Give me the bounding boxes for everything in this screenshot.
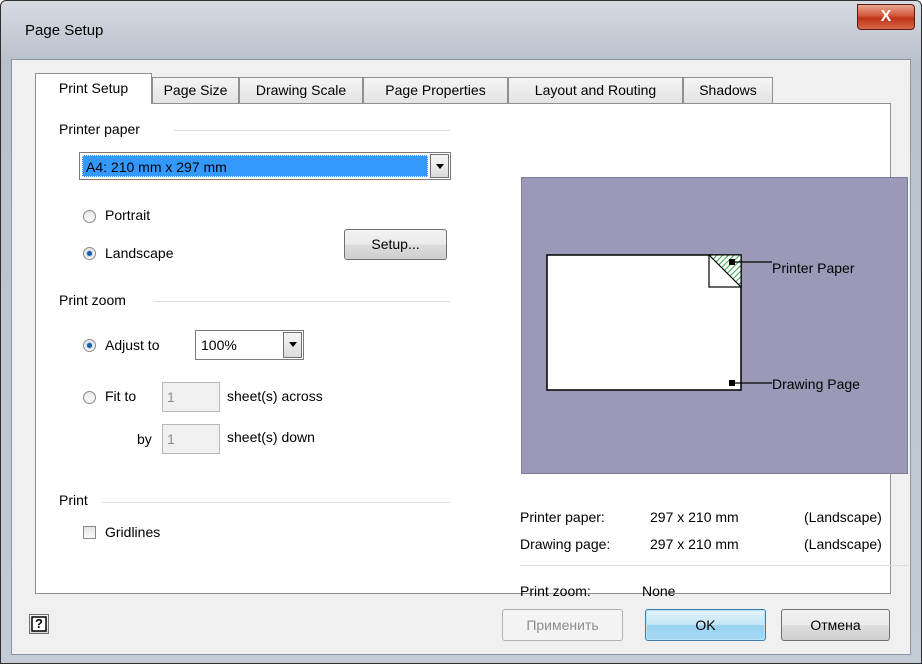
print-zoom-info-value: None [642,583,676,599]
tab-layout-and-routing[interactable]: Layout and Routing [508,77,683,103]
cancel-button[interactable]: Отмена [781,609,890,641]
gridlines-label[interactable]: Gridlines [105,524,160,540]
title-bar[interactable]: Page Setup X [1,1,921,59]
chevron-down-icon[interactable] [430,154,449,178]
tab-shadows[interactable]: Shadows [683,77,773,103]
printer-paper-info-value: 297 x 210 mm [650,509,739,525]
adjust-to-label[interactable]: Adjust to [105,337,159,353]
tab-print-setup[interactable]: Print Setup [35,73,152,104]
help-icon-glyph: ? [35,616,43,631]
printer-paper-callout: Printer Paper [772,260,855,276]
sheets-across-field[interactable]: 1 [162,382,220,412]
printer-paper-info-label: Printer paper: [520,509,605,525]
sheets-across-label: sheet(s) across [227,388,323,404]
print-zoom-divider [154,301,450,302]
drawing-page-info-value: 297 x 210 mm [650,536,739,552]
portrait-label[interactable]: Portrait [105,207,150,223]
setup-button[interactable]: Setup... [344,229,447,260]
help-button[interactable]: ? [29,614,49,634]
landscape-radio[interactable] [83,247,96,260]
printer-paper-group-label: Printer paper [59,121,140,137]
printer-paper-info-orientation: (Landscape) [804,509,882,525]
close-button[interactable]: X [857,4,915,30]
info-divider [520,565,908,566]
page-preview-graphic [546,254,772,391]
fit-to-label[interactable]: Fit to [105,388,136,404]
dialog-client-area: Print Setup Page Size Drawing Scale Page… [11,59,911,655]
adjust-to-radio[interactable] [83,339,96,352]
page-preview: Printer Paper Drawing Page [521,177,908,474]
fit-to-radio[interactable] [83,391,96,404]
printer-paper-divider [174,130,450,131]
tab-drawing-scale[interactable]: Drawing Scale [239,77,363,103]
print-group-label: Print [59,492,88,508]
drawing-page-info-label: Drawing page: [520,536,611,552]
gridlines-checkbox[interactable] [83,526,96,539]
printer-paper-selected-value: A4: 210 mm x 297 mm [82,155,428,177]
print-zoom-group-label: Print zoom [59,292,126,308]
tab-page-size[interactable]: Page Size [152,77,239,103]
ok-button[interactable]: OK [645,609,766,641]
drawing-page-callout: Drawing Page [772,376,860,392]
by-label: by [137,431,152,447]
zoom-percent-value: 100% [201,337,237,353]
drawing-page-info-orientation: (Landscape) [804,536,882,552]
tab-page-properties[interactable]: Page Properties [363,77,508,103]
print-setup-panel: Printer paper A4: 210 mm x 297 mm Portra… [35,103,908,599]
print-divider [102,502,450,503]
page-setup-dialog: Page Setup X Print Setup Page Size Drawi… [0,0,922,664]
window-title: Page Setup [25,22,104,39]
sheets-down-field[interactable]: 1 [162,424,220,454]
portrait-radio[interactable] [83,210,96,223]
landscape-label[interactable]: Landscape [105,245,174,261]
printer-paper-select[interactable]: A4: 210 mm x 297 mm [79,152,451,180]
chevron-down-icon[interactable] [283,332,302,358]
apply-button[interactable]: Применить [502,609,623,641]
sheets-down-label: sheet(s) down [227,429,315,445]
print-zoom-info-label: Print zoom: [520,583,591,599]
zoom-percent-select[interactable]: 100% [195,330,304,360]
